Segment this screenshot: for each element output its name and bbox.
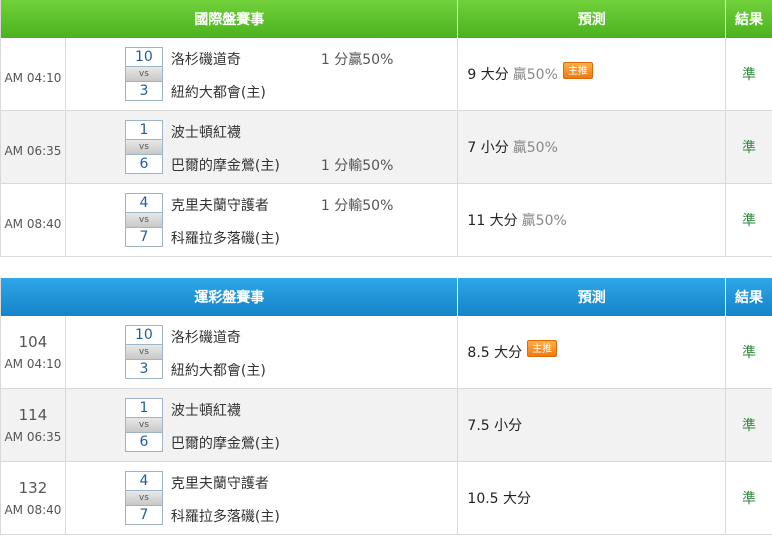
away-score: 4: [124, 193, 163, 213]
handicap-line: 1 分輸50%: [320, 198, 394, 214]
home-team: 科羅拉多落磯(主): [170, 231, 280, 247]
prediction-rate: 贏50%: [521, 213, 567, 229]
game-time: AM 06:35: [4, 144, 62, 158]
lottery-games-table: 運彩盤賽事 預測 結果 104 AM 04:10 10 vs 3 洛杉磯道奇 紐…: [0, 278, 772, 535]
away-team: 洛杉磯道奇: [170, 52, 241, 68]
featured-pick-badge: 主推: [527, 339, 558, 357]
table-row: 104 AM 04:10 10 vs 3 洛杉磯道奇 紐約大都會(主) 8.5 …: [1, 316, 772, 389]
game-number: 104: [18, 333, 48, 351]
prediction-pick: 10.5 大分: [467, 491, 532, 507]
result-cell: 準: [742, 140, 757, 156]
away-score: 4: [124, 471, 163, 491]
prediction-cell: 7.5 小分: [458, 389, 727, 461]
home-team: 巴爾的摩金鶯(主): [170, 158, 280, 174]
home-team: 科羅拉多落磯(主): [170, 509, 280, 525]
vs-label: vs: [124, 345, 163, 359]
away-team: 波士頓紅襪: [170, 403, 241, 419]
prediction-rate: 贏50%: [512, 67, 558, 83]
result-cell: 準: [742, 213, 757, 229]
game-time: AM 08:40: [4, 217, 62, 231]
handicap-line: 1 分贏50%: [320, 52, 394, 68]
game-time: AM 04:10: [4, 71, 62, 85]
home-score: 3: [124, 359, 163, 379]
result-cell: 準: [742, 418, 757, 434]
away-team: 洛杉磯道奇: [170, 330, 241, 346]
handicap-line: 1 分輸50%: [320, 158, 394, 174]
vs-label: vs: [124, 140, 163, 154]
prediction-pick: 7.5 小分: [467, 418, 523, 434]
home-team: 巴爾的摩金鶯(主): [170, 436, 280, 452]
time-cell: AM 08:40: [1, 184, 66, 256]
home-team: 紐約大都會(主): [170, 85, 266, 101]
prediction-cell: 7 小分 贏50%: [458, 111, 727, 183]
table-header: 國際盤賽事 預測 結果: [1, 0, 772, 38]
vs-label: vs: [124, 67, 163, 81]
game-number: 132: [18, 479, 48, 497]
home-score: 6: [124, 154, 163, 174]
time-cell: AM 06:35: [1, 111, 66, 183]
prediction-column-header: 預測: [458, 278, 727, 316]
time-cell: 114 AM 06:35: [1, 389, 66, 461]
prediction-pick: 7 小分: [467, 140, 509, 156]
game-time: AM 04:10: [4, 357, 62, 371]
away-score: 10: [124, 47, 163, 67]
result-column-header: 結果: [726, 278, 772, 316]
prediction-cell: 10.5 大分: [458, 462, 727, 534]
prediction-cell: 9 大分 贏50% 主推: [458, 38, 727, 110]
matchup-cell: 4 vs 7 克里夫蘭守護者 科羅拉多落磯(主): [66, 462, 459, 534]
matchup-cell: 4 vs 7 克里夫蘭守護者 科羅拉多落磯(主) 1 分輸50%: [66, 184, 459, 256]
result-cell: 準: [742, 491, 757, 507]
prediction-pick: 8.5 大分: [467, 345, 523, 361]
home-score: 6: [124, 432, 163, 452]
time-cell: AM 04:10: [1, 38, 66, 110]
home-score: 3: [124, 81, 163, 101]
match-column-header: 國際盤賽事: [1, 0, 459, 38]
vs-label: vs: [124, 213, 163, 227]
prediction-pick: 11 大分: [467, 213, 518, 229]
matchup-cell: 10 vs 3 洛杉磯道奇 紐約大都會(主): [66, 316, 459, 388]
home-score: 7: [124, 227, 163, 247]
vs-label: vs: [124, 418, 163, 432]
away-team: 波士頓紅襪: [170, 125, 241, 141]
away-score: 1: [124, 398, 163, 418]
match-column-header: 運彩盤賽事: [1, 278, 459, 316]
matchup-cell: 1 vs 6 波士頓紅襪 巴爾的摩金鶯(主): [66, 389, 459, 461]
away-score: 1: [124, 120, 163, 140]
home-score: 7: [124, 505, 163, 525]
table-row: AM 06:35 1 vs 6 波士頓紅襪 巴爾的摩金鶯(主) 1 分輸50% …: [1, 111, 772, 184]
result-cell: 準: [742, 67, 757, 83]
prediction-column-header: 預測: [458, 0, 727, 38]
table-row: 114 AM 06:35 1 vs 6 波士頓紅襪 巴爾的摩金鶯(主) 7.5 …: [1, 389, 772, 462]
prediction-cell: 11 大分 贏50%: [458, 184, 727, 256]
game-time: AM 06:35: [4, 430, 62, 444]
game-time: AM 08:40: [4, 503, 62, 517]
table-row: AM 04:10 10 vs 3 洛杉磯道奇 紐約大都會(主) 1 分贏50% …: [1, 38, 772, 111]
away-score: 10: [124, 325, 163, 345]
prediction-rate: 贏50%: [512, 140, 558, 156]
away-team: 克里夫蘭守護者: [170, 476, 269, 492]
home-team: 紐約大都會(主): [170, 363, 266, 379]
vs-label: vs: [124, 491, 163, 505]
prediction-cell: 8.5 大分 主推: [458, 316, 727, 388]
table-row: AM 08:40 4 vs 7 克里夫蘭守護者 科羅拉多落磯(主) 1 分輸50…: [1, 184, 772, 257]
result-column-header: 結果: [726, 0, 772, 38]
table-header: 運彩盤賽事 預測 結果: [1, 278, 772, 316]
matchup-cell: 1 vs 6 波士頓紅襪 巴爾的摩金鶯(主) 1 分輸50%: [66, 111, 459, 183]
game-number: 114: [18, 406, 48, 424]
away-team: 克里夫蘭守護者: [170, 198, 269, 214]
table-row: 132 AM 08:40 4 vs 7 克里夫蘭守護者 科羅拉多落磯(主) 10…: [1, 462, 772, 535]
time-cell: 104 AM 04:10: [1, 316, 66, 388]
international-games-table: 國際盤賽事 預測 結果 AM 04:10 10 vs 3 洛杉磯道奇 紐約大都會…: [0, 0, 772, 257]
time-cell: 132 AM 08:40: [1, 462, 66, 534]
featured-pick-badge: 主推: [562, 61, 593, 79]
matchup-cell: 10 vs 3 洛杉磯道奇 紐約大都會(主) 1 分贏50%: [66, 38, 459, 110]
prediction-pick: 9 大分: [467, 67, 509, 83]
result-cell: 準: [742, 345, 757, 361]
